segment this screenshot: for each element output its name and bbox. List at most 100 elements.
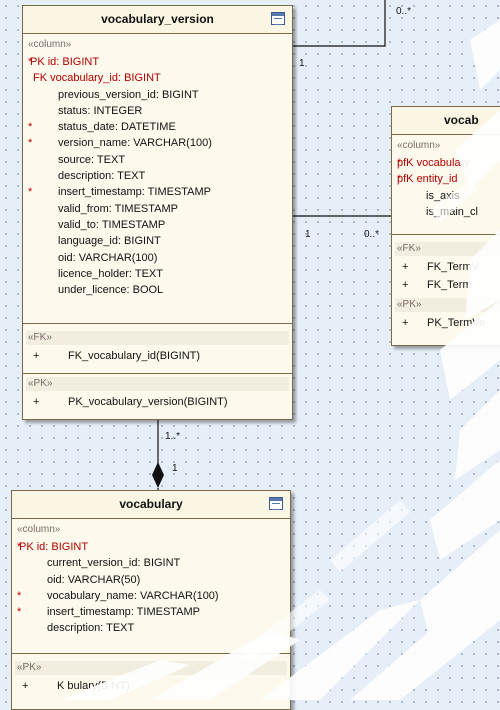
column-text: is_main_cl: [426, 205, 478, 218]
column-row[interactable]: under_licence: BOOL: [23, 282, 292, 298]
operation-row[interactable]: + FK_vocabulary_id(BIGINT): [23, 347, 292, 365]
column-text: description: TEXT: [47, 622, 135, 635]
operation-text: PK_vocabulary_version(BIGINT): [68, 396, 228, 408]
column-row[interactable]: valid_from: TIMESTAMP: [23, 201, 292, 217]
pk-stereotype: «PK»: [26, 377, 289, 391]
operation-row[interactable]: + K bulary(B NT): [12, 677, 290, 695]
pk-operations: + PK_vocabulary_version(BIGINT): [23, 393, 292, 411]
column-text: oid: VARCHAR(100): [58, 251, 158, 264]
column-text: version_name: VARCHAR(100): [58, 137, 212, 150]
operation-row[interactable]: + PK_vocabulary_version(BIGINT): [23, 393, 292, 411]
column-row[interactable]: FK vocabulary_id: BIGINT: [23, 70, 292, 86]
column-text: FK vocabulary_id: BIGINT: [33, 72, 161, 85]
multiplicity-label: 0..*: [396, 6, 412, 17]
required-marker: *: [17, 589, 22, 602]
class-title: vocabulary_version: [23, 6, 292, 34]
column-text: pfK entity_id: [397, 173, 458, 186]
column-text: oid: VARCHAR(50): [47, 573, 141, 586]
column-list: * PK id: BIGINT FK vocabulary_id: BIGINT pr…: [23, 54, 292, 298]
column-text: valid_to: TIMESTAMP: [58, 218, 166, 231]
multiplicity-label: 0..*: [364, 229, 380, 240]
required-marker: *: [28, 186, 33, 199]
column-text: vocabulary_name: VARCHAR(100): [47, 589, 219, 602]
pk-stereotype: «PK»: [395, 298, 500, 312]
column-row[interactable]: * pfK vocabulary: [392, 155, 500, 171]
operation-text: FK_TermV: [427, 261, 479, 273]
column-row[interactable]: * vocabulary_name: VARCHAR(100): [12, 588, 290, 604]
column-stereotype: «column»: [397, 140, 441, 151]
class-title: vocabulary: [12, 491, 290, 519]
column-stereotype: «column»: [17, 524, 61, 535]
column-text: previous_version_id: BIGINT: [58, 88, 199, 101]
operation-row[interactable]: + PK_TermVe: [392, 314, 500, 332]
column-row[interactable]: * PK id: BIGINT: [12, 539, 290, 555]
column-list: * PK id: BIGINT current_version_id: BIGINT…: [12, 539, 290, 637]
class-vocabulary-version[interactable]: vocabulary_version «column» * PK id: BIGI…: [22, 5, 293, 420]
columns-section: «column» * PK id: BIGINT FK vocabulary_id:…: [23, 34, 292, 324]
visibility-marker: +: [402, 317, 409, 329]
column-row[interactable]: oid: VARCHAR(100): [23, 250, 292, 266]
visibility-marker: +: [33, 396, 40, 408]
operation-row[interactable]: + FK_Term: [392, 276, 500, 294]
column-row[interactable]: description: TEXT: [23, 168, 292, 184]
class-vocabulary[interactable]: vocabulary «column» * PK id: BIGINT curren…: [11, 490, 291, 710]
fk-section: «FK» + FK_vocabulary_id(BIGINT): [23, 324, 292, 374]
column-row[interactable]: status: INTEGER: [23, 103, 292, 119]
required-marker: *: [28, 137, 33, 150]
column-row[interactable]: licence_holder: TEXT: [23, 266, 292, 282]
pk-section: «PK» + K bulary(B NT): [12, 654, 290, 699]
pk-operations: + K bulary(B NT): [12, 677, 290, 695]
multiplicity-label: 1: [299, 58, 305, 69]
composition-diamond-icon: [152, 462, 164, 488]
column-row[interactable]: is_main_cl: [392, 204, 500, 220]
columns-section: «column» * pfK vocabulary * pfK entity_idis…: [392, 135, 500, 235]
column-row[interactable]: * insert_timestamp: TIMESTAMP: [12, 604, 290, 620]
pk-operations: + PK_TermVe: [392, 314, 500, 332]
required-marker: *: [28, 121, 33, 134]
column-row[interactable]: valid_to: TIMESTAMP: [23, 217, 292, 233]
column-row[interactable]: * status_date: DATETIME: [23, 119, 292, 135]
column-text: valid_from: TIMESTAMP: [58, 202, 179, 215]
diagram-canvas: vocabulary_version «column» * PK id: BIGI…: [0, 0, 500, 710]
column-row[interactable]: * PK id: BIGINT: [23, 54, 292, 70]
table-icon: [271, 12, 285, 25]
column-text: source: TEXT: [58, 153, 126, 166]
column-text: status_date: DATETIME: [58, 121, 176, 134]
connector-top[interactable]: [292, 0, 386, 47]
column-text: pfK vocabulary: [397, 157, 470, 169]
column-text: description: TEXT: [58, 170, 146, 183]
column-text: language_id: BIGINT: [58, 235, 161, 248]
column-row[interactable]: is_axis: [392, 188, 500, 204]
fk-operations: + FK_TermV + FK_Term: [392, 258, 500, 294]
column-row[interactable]: description: TEXT: [12, 620, 290, 636]
column-row[interactable]: current_version_id: BIGINT: [12, 555, 290, 571]
column-text: insert_timestamp: TIMESTAMP: [47, 606, 201, 619]
operation-text: FK_vocabulary_id(BIGINT): [68, 350, 201, 362]
column-row[interactable]: * version_name: VARCHAR(100): [23, 135, 292, 151]
column-row[interactable]: oid: VARCHAR(50): [12, 572, 290, 588]
class-term-version[interactable]: vocab «column» * pfK vocabulary * pfK entit…: [391, 106, 500, 346]
operation-text: PK_TermVe: [427, 317, 486, 329]
columns-section: «column» * PK id: BIGINT current_version_i…: [12, 519, 290, 654]
table-icon: [269, 497, 283, 510]
operation-row[interactable]: + FK_TermV: [392, 258, 500, 276]
column-text: PK id: BIGINT: [19, 541, 89, 553]
column-text: status: INTEGER: [58, 104, 143, 117]
visibility-marker: +: [402, 279, 409, 291]
multiplicity-label: 1: [305, 229, 311, 240]
column-row[interactable]: source: TEXT: [23, 152, 292, 168]
column-row[interactable]: * insert_timestamp: TIMESTAMP: [23, 184, 292, 200]
column-row[interactable]: * pfK entity_id: [392, 171, 500, 187]
fk-section: «FK» + FK_TermV + FK_Term «PK» + PK_TermVe: [392, 235, 500, 336]
visibility-marker: +: [22, 680, 29, 692]
column-text: current_version_id: BIGINT: [47, 557, 181, 570]
column-row[interactable]: previous_version_id: BIGINT: [23, 87, 292, 103]
class-title: vocab: [392, 107, 500, 135]
multiplicity-label: 1: [172, 463, 178, 474]
operation-text: K bulary(B NT): [57, 680, 130, 692]
column-stereotype: «column»: [28, 39, 72, 50]
column-text: is_axis: [426, 189, 460, 202]
fk-operations: + FK_vocabulary_id(BIGINT): [23, 347, 292, 365]
column-row[interactable]: language_id: BIGINT: [23, 233, 292, 249]
pk-stereotype: «PK»: [15, 661, 287, 675]
